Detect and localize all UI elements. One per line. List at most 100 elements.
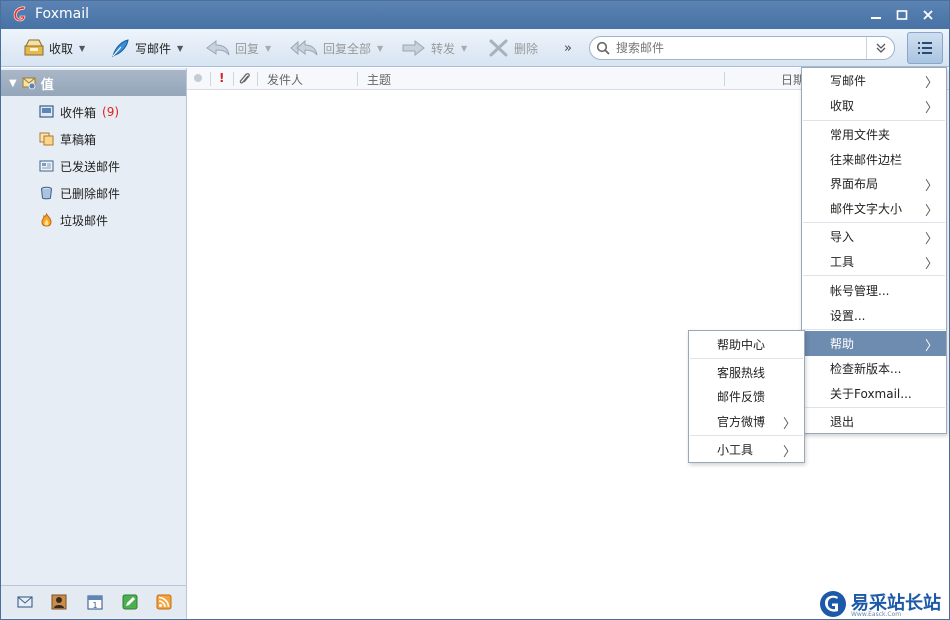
column-separator	[724, 72, 725, 86]
reply-all-arrow-icon	[290, 39, 318, 56]
reply-arrow-icon	[206, 39, 230, 56]
window-title: Foxmail	[35, 6, 89, 22]
inbox-tray-icon	[24, 39, 44, 56]
main-dropdown-menu: 写邮件 〉 收取 〉 常用文件夹 往来邮件边栏 界面布局 〉 邮件文字大小 〉 …	[801, 67, 947, 434]
chevron-right-icon: 〉	[924, 232, 938, 247]
title-bar: Foxmail	[1, 1, 949, 29]
menu-separator	[803, 407, 945, 408]
reply-button[interactable]: 回复 ▼	[205, 35, 271, 61]
inbox-icon	[39, 105, 54, 118]
menu-separator	[803, 275, 945, 276]
compose-button[interactable]: 写邮件 ▼	[109, 35, 183, 61]
watermark-logo-icon	[820, 591, 846, 617]
folder-sidebar: ▼ 值 收件箱 (9) 草稿箱 已发送邮件 已删除邮件 垃圾邮件 1	[1, 68, 187, 619]
menu-item-check-update[interactable]: 检查新版本...	[802, 356, 946, 380]
toolbar: 收取 ▼ 写邮件 ▼ 回复 ▼ 回复全部 ▼ 转发 ▼ 删除 » 搜索邮件	[1, 29, 949, 67]
menu-item-compose[interactable]: 写邮件 〉	[802, 68, 946, 92]
menu-item-help[interactable]: 帮助 〉	[802, 331, 946, 356]
minimize-button[interactable]	[865, 5, 887, 25]
column-separator	[357, 72, 358, 86]
sidebar-nav-bar: 1	[1, 585, 186, 617]
svg-text:1: 1	[92, 601, 97, 610]
chevron-down-icon: ▼	[265, 43, 272, 53]
collapse-triangle-icon[interactable]: ▼	[9, 78, 17, 89]
menu-separator	[803, 120, 945, 121]
account-header[interactable]: ▼ 值	[1, 70, 186, 96]
submenu-item-help-center[interactable]: 帮助中心	[689, 332, 804, 356]
menu-item-receive[interactable]: 收取 〉	[802, 93, 946, 117]
double-chevron-down-icon	[876, 43, 885, 53]
sent-icon	[39, 160, 54, 172]
watermark-subtext: Www.Easck.Com	[851, 611, 902, 618]
foxmail-logo-icon	[13, 6, 26, 22]
menu-item-text-size[interactable]: 邮件文字大小 〉	[802, 196, 946, 220]
menu-separator	[803, 329, 945, 330]
junk-icon	[41, 213, 52, 227]
menu-item-account-management[interactable]: 帐号管理...	[802, 278, 946, 302]
search-box[interactable]	[589, 36, 895, 60]
delete-button[interactable]: 删除	[488, 35, 538, 61]
menu-item-import[interactable]: 导入 〉	[802, 224, 946, 248]
folder-deleted[interactable]: 已删除邮件	[39, 182, 120, 204]
subject-column-header[interactable]: 主题	[367, 71, 391, 88]
contacts-icon[interactable]	[51, 594, 67, 610]
search-icon	[596, 41, 610, 55]
menu-item-settings[interactable]: 设置...	[802, 303, 946, 327]
menu-separator	[690, 358, 803, 359]
search-options-button[interactable]	[866, 37, 894, 59]
menu-item-tools[interactable]: 工具 〉	[802, 249, 946, 273]
drafts-icon	[39, 132, 54, 146]
menu-item-about[interactable]: 关于Foxmail...	[802, 381, 946, 405]
chevron-right-icon: 〉	[924, 76, 938, 91]
main-menu-button[interactable]	[907, 32, 943, 64]
chevron-right-icon: 〉	[924, 339, 938, 354]
unread-count-badge: (9)	[102, 105, 120, 119]
sender-column-header[interactable]: 发件人	[267, 71, 303, 88]
forward-button[interactable]: 转发 ▼	[401, 35, 467, 61]
close-button[interactable]	[917, 5, 939, 25]
chevron-right-icon: 〉	[924, 179, 938, 194]
menu-item-exit[interactable]: 退出	[802, 409, 946, 433]
search-input[interactable]	[616, 40, 856, 56]
chevron-right-icon: 〉	[924, 257, 938, 272]
feather-pen-icon	[112, 39, 129, 57]
submenu-item-feedback[interactable]: 邮件反馈	[689, 384, 804, 408]
chevron-down-icon: ▼	[177, 43, 184, 53]
delete-scissors-icon	[489, 39, 508, 57]
account-icon	[22, 77, 36, 90]
receive-button[interactable]: 收取 ▼	[23, 35, 85, 61]
column-separator	[210, 72, 211, 86]
column-separator	[233, 72, 234, 86]
attachment-paperclip-icon[interactable]	[238, 71, 252, 87]
chevron-right-icon: 〉	[924, 101, 938, 116]
chevron-right-icon: 〉	[782, 417, 796, 432]
submenu-item-weibo[interactable]: 官方微博 〉	[689, 409, 804, 433]
submenu-item-widgets[interactable]: 小工具 〉	[689, 437, 804, 461]
menu-item-common-folders[interactable]: 常用文件夹	[802, 122, 946, 146]
maximize-button[interactable]	[891, 5, 913, 25]
column-separator	[257, 72, 258, 86]
folder-inbox[interactable]: 收件箱 (9)	[39, 101, 119, 123]
menu-separator	[803, 222, 945, 223]
more-toolbar-button[interactable]: »	[564, 35, 572, 61]
chevron-down-icon: ▼	[79, 43, 86, 53]
folder-sent[interactable]: 已发送邮件	[39, 155, 120, 177]
calendar-icon[interactable]: 1	[87, 594, 103, 610]
rss-feed-icon[interactable]	[156, 594, 172, 610]
submenu-item-hotline[interactable]: 客服热线	[689, 360, 804, 384]
chevron-right-icon: 〉	[782, 445, 796, 460]
chevron-down-icon: ▼	[461, 43, 468, 53]
read-status-dot-icon[interactable]	[193, 73, 203, 83]
forward-arrow-icon	[402, 39, 425, 57]
notes-icon[interactable]	[122, 594, 138, 610]
foxmail-window: Foxmail 收取 ▼ 写邮件 ▼ 回复 ▼ 回复全部 ▼ 转发 ▼ 删除 »…	[0, 0, 950, 620]
priority-column-header[interactable]: !	[219, 71, 224, 85]
menu-item-contacts-sidebar[interactable]: 往来邮件边栏	[802, 147, 946, 171]
reply-all-button[interactable]: 回复全部 ▼	[289, 35, 383, 61]
mail-view-icon[interactable]	[17, 594, 33, 610]
folder-junk[interactable]: 垃圾邮件	[39, 209, 108, 231]
chevron-right-icon: 〉	[924, 204, 938, 219]
menu-item-layout[interactable]: 界面布局 〉	[802, 171, 946, 195]
site-watermark: 易采站长站 Www.Easck.Com	[817, 587, 949, 619]
folder-drafts[interactable]: 草稿箱	[39, 128, 96, 150]
